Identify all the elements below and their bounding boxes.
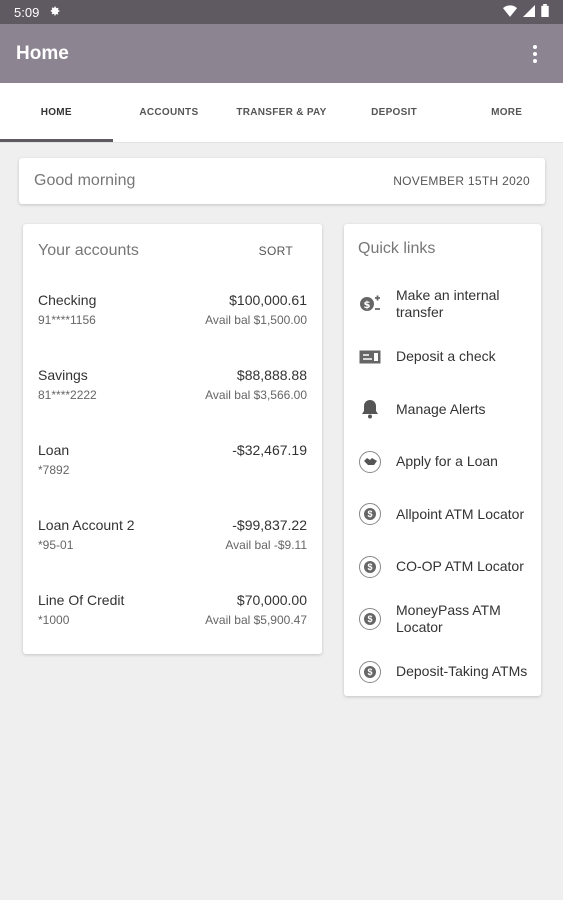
- atm-icon: $: [358, 555, 382, 579]
- quick-link-allpoint-atm[interactable]: $ Allpoint ATM Locator: [358, 488, 541, 541]
- overflow-menu-icon[interactable]: [523, 42, 547, 66]
- accounts-card: Your accounts SORT Checking 91****1156 $…: [23, 224, 322, 654]
- account-balance: $88,888.88: [236, 367, 307, 383]
- handshake-icon: [358, 450, 382, 474]
- account-number: *95-01: [38, 538, 74, 552]
- quick-link-label: Apply for a Loan: [396, 453, 498, 470]
- quick-link-label: Deposit-Taking ATMs: [396, 663, 528, 680]
- account-balance: $100,000.61: [229, 292, 307, 308]
- tab-bar: HOME ACCOUNTS TRANSFER & PAY DEPOSIT MOR…: [0, 83, 563, 143]
- account-name: Checking: [38, 292, 97, 308]
- quick-link-label: Allpoint ATM Locator: [396, 505, 525, 522]
- quick-link-moneypass-atm[interactable]: $ MoneyPass ATM Locator: [358, 593, 541, 646]
- account-name: Loan Account 2: [38, 517, 135, 533]
- account-available: Avail bal $5,900.47: [205, 613, 307, 627]
- tab-deposit[interactable]: DEPOSIT: [338, 83, 451, 142]
- account-available: Avail bal -$9.11: [225, 538, 307, 552]
- account-number: *7892: [38, 463, 70, 477]
- sort-button[interactable]: SORT: [259, 244, 293, 258]
- quick-link-label: CO-OP ATM Locator: [396, 558, 524, 575]
- quick-link-coop-atm[interactable]: $ CO-OP ATM Locator: [358, 541, 541, 594]
- account-row-savings[interactable]: Savings 81****2222 $88,888.88 Avail bal …: [38, 367, 307, 442]
- transfer-icon: $: [358, 292, 382, 316]
- account-row-checking[interactable]: Checking 91****1156 $100,000.61 Avail ba…: [38, 292, 307, 367]
- bell-icon: [358, 397, 382, 421]
- wifi-icon: [503, 4, 517, 20]
- quick-link-label: MoneyPass ATM Locator: [396, 602, 501, 636]
- quick-link-deposit-taking-atms[interactable]: $ Deposit-Taking ATMs: [358, 646, 541, 699]
- greeting-text: Good morning: [34, 172, 136, 189]
- quick-link-label: Manage Alerts: [396, 400, 486, 417]
- battery-icon: [541, 4, 549, 20]
- account-number: 91****1156: [38, 313, 96, 327]
- account-row-line-of-credit[interactable]: Line Of Credit *1000 $70,000.00 Avail ba…: [38, 592, 307, 667]
- quick-link-label: Make an internal transfer: [396, 287, 500, 321]
- tab-transfer-pay[interactable]: TRANSFER & PAY: [225, 83, 338, 142]
- tab-more[interactable]: MORE: [450, 83, 563, 142]
- check-icon: [358, 345, 382, 369]
- accounts-title: Your accounts: [38, 242, 139, 259]
- page-title: Home: [16, 42, 69, 64]
- quick-link-manage-alerts[interactable]: Manage Alerts: [358, 383, 541, 436]
- greeting-date: NOVEMBER 15TH 2020: [393, 174, 530, 188]
- atm-icon: $: [358, 660, 382, 684]
- quick-links-card: Quick links $ Make an internal transfer …: [344, 224, 541, 696]
- quick-link-deposit-check[interactable]: Deposit a check: [358, 331, 541, 384]
- account-balance: -$99,837.22: [232, 517, 307, 533]
- account-name: Loan: [38, 442, 70, 458]
- account-row-loan[interactable]: Loan *7892 -$32,467.19: [38, 442, 307, 517]
- quick-link-internal-transfer[interactable]: $ Make an internal transfer: [358, 278, 541, 331]
- atm-icon: $: [358, 502, 382, 526]
- account-name: Savings: [38, 367, 88, 383]
- gear-icon: [49, 5, 61, 20]
- app-bar: Home: [0, 24, 563, 83]
- account-number: *1000: [38, 613, 70, 627]
- account-row-loan-account-2[interactable]: Loan Account 2 *95-01 -$99,837.22 Avail …: [38, 517, 307, 592]
- quick-link-label: Deposit a check: [396, 348, 496, 365]
- cell-signal-icon: [523, 4, 535, 20]
- atm-icon: $: [358, 607, 382, 631]
- greeting-card: Good morning NOVEMBER 15TH 2020: [19, 158, 545, 204]
- account-balance: $70,000.00: [236, 592, 307, 608]
- quick-link-apply-loan[interactable]: Apply for a Loan: [358, 436, 541, 489]
- tab-accounts[interactable]: ACCOUNTS: [113, 83, 226, 142]
- status-time: 5:09: [14, 4, 40, 20]
- account-name: Line Of Credit: [38, 592, 125, 608]
- account-number: 81****2222: [38, 388, 97, 402]
- tab-home[interactable]: HOME: [0, 83, 113, 142]
- svg-text:$: $: [364, 300, 371, 311]
- quick-links-title: Quick links: [358, 240, 436, 257]
- account-available: Avail bal $1,500.00: [205, 313, 307, 327]
- account-available: Avail bal $3,566.00: [205, 388, 307, 402]
- account-balance: -$32,467.19: [232, 442, 307, 458]
- status-bar: 5:09: [0, 0, 563, 24]
